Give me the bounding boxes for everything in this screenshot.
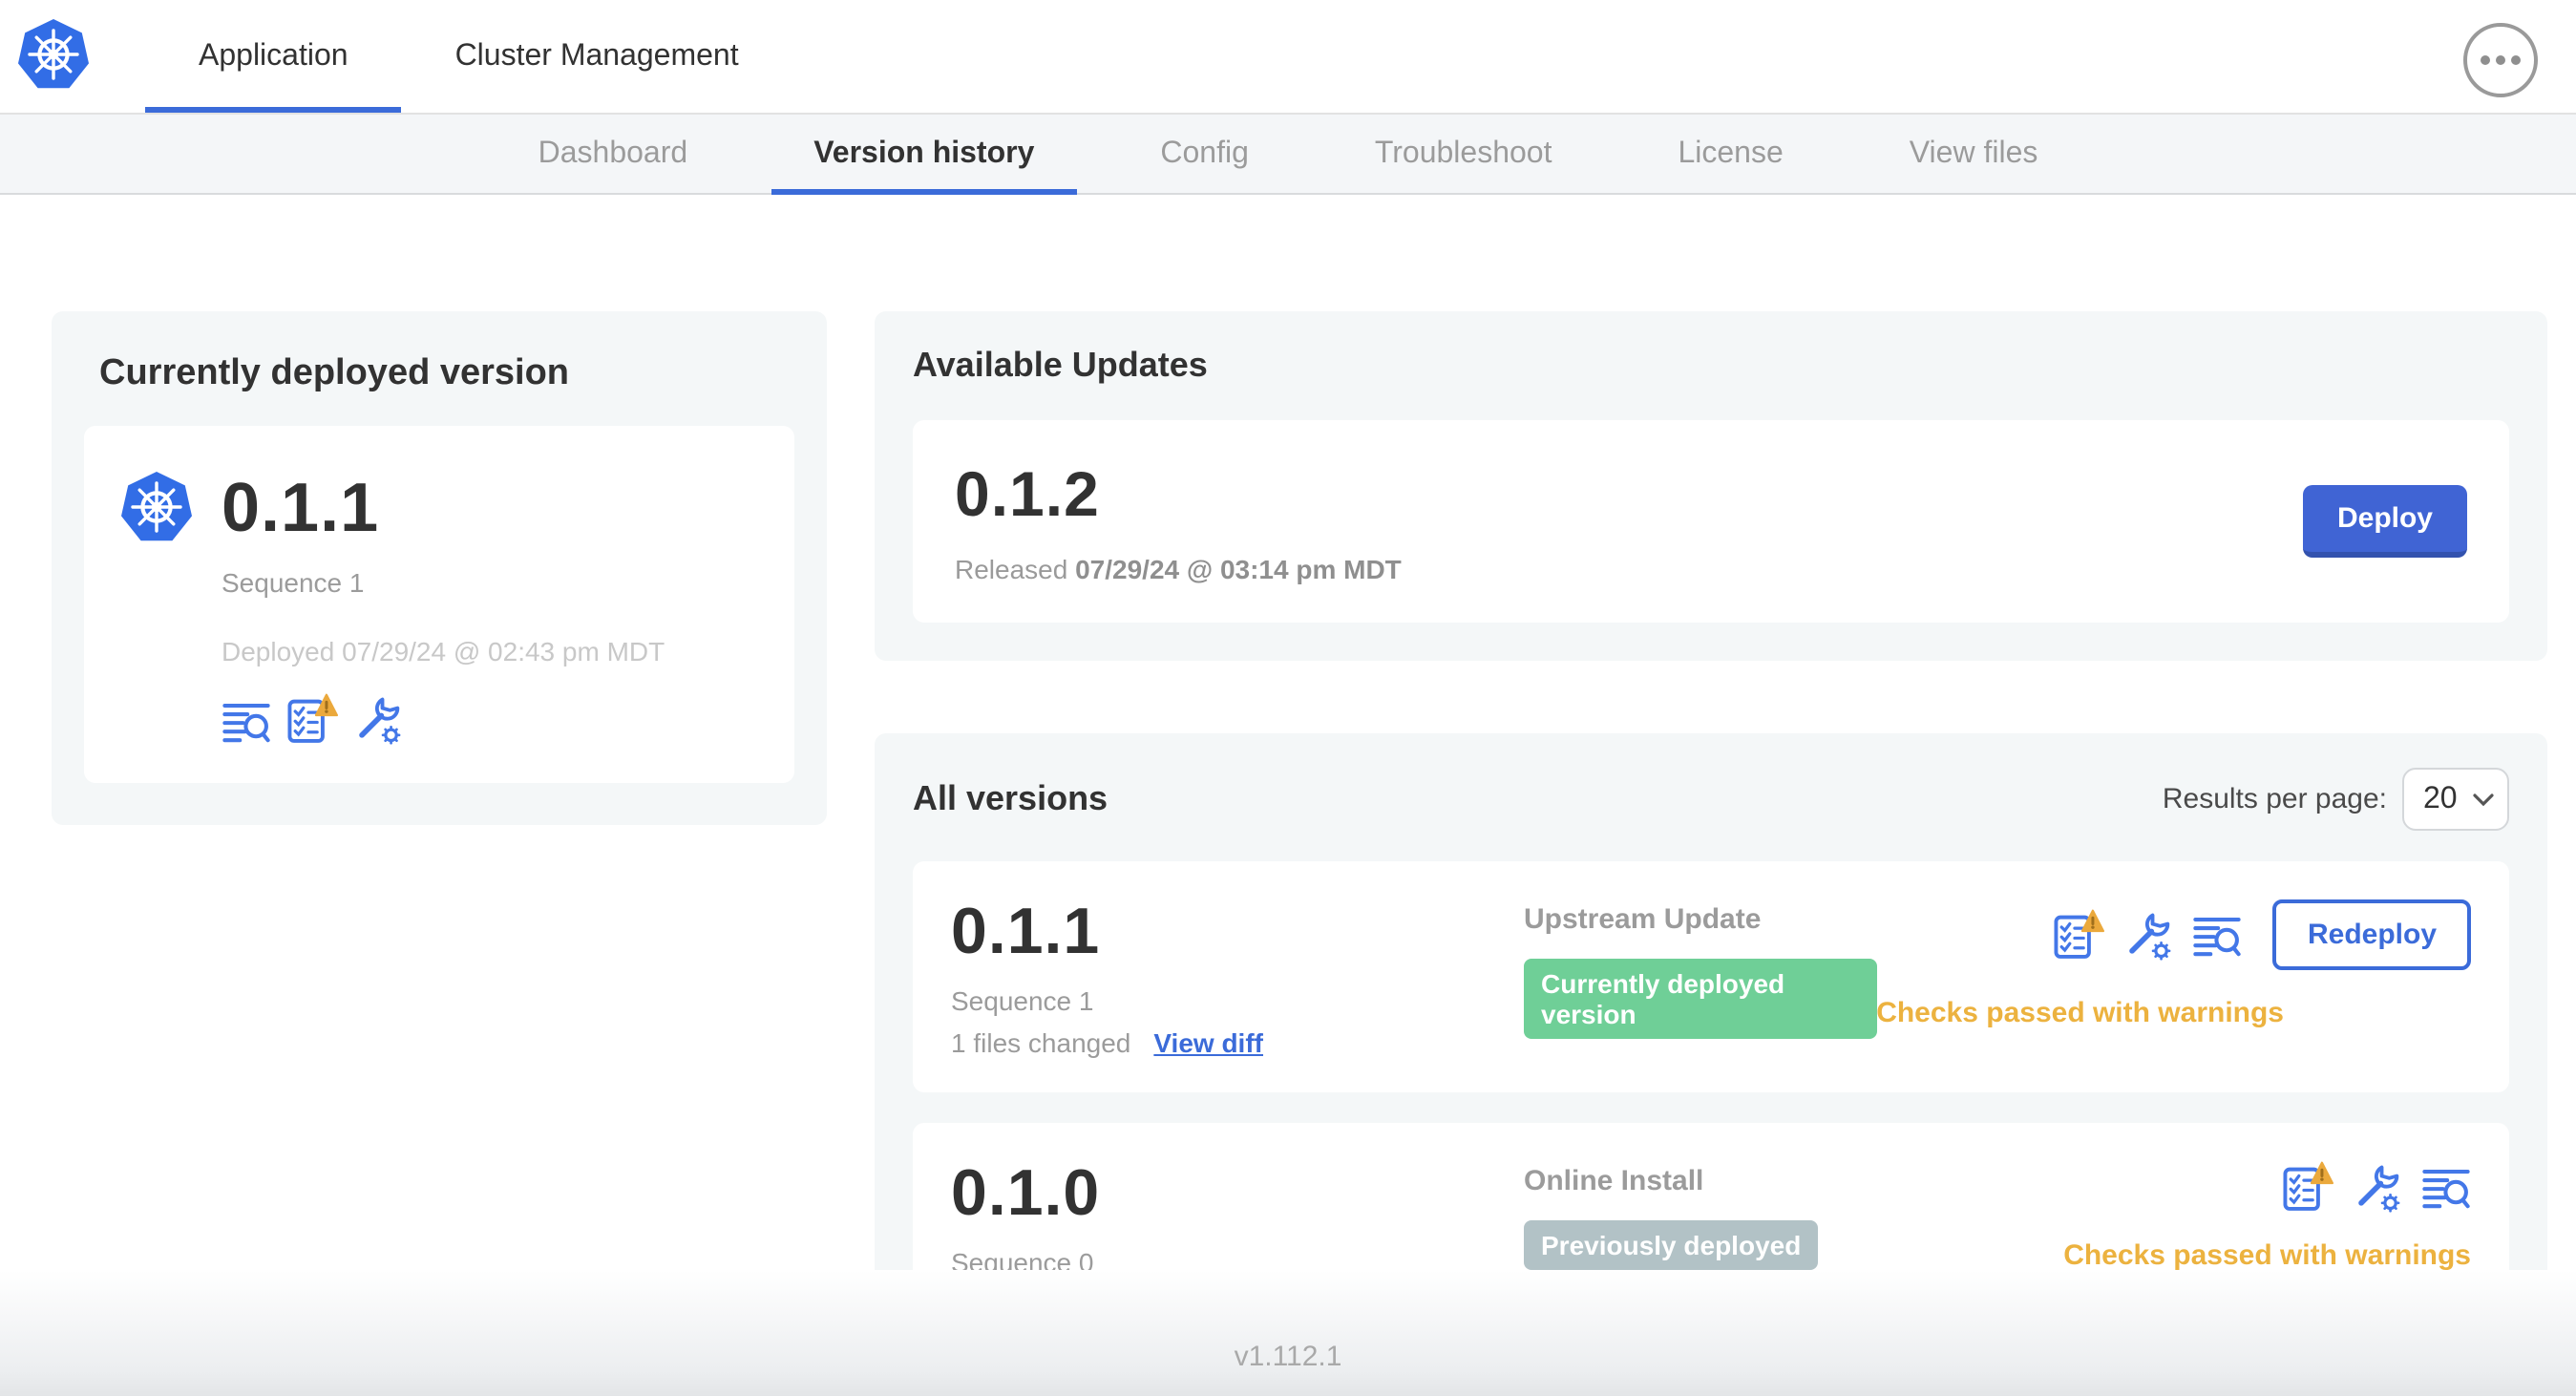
tab-license[interactable]: License (1636, 115, 1825, 193)
diff-logs-icon[interactable] (2421, 1164, 2471, 1210)
update-released-timestamp: Released 07/29/24 @ 03:14 pm MDT (955, 554, 1402, 584)
version-source-label: Online Install (1524, 1165, 1704, 1197)
files-changed-label: 1 files changed (951, 1027, 1131, 1058)
deploy-button[interactable]: Deploy (2302, 485, 2467, 558)
more-menu-button[interactable] (2463, 23, 2538, 97)
deployed-version-actions (222, 693, 756, 745)
diff-logs-icon[interactable] (2193, 912, 2243, 958)
preflight-checklist-warning-icon[interactable] (286, 693, 338, 745)
config-wrench-gear-icon[interactable] (353, 695, 403, 745)
config-wrench-gear-icon[interactable] (2124, 910, 2174, 960)
redeploy-button[interactable]: Redeploy (2272, 899, 2471, 970)
all-versions-section: All versions Results per page: 20 0.1.1 … (875, 733, 2547, 1362)
deployed-version-number: 0.1.1 (222, 468, 380, 546)
console-version: v1.112.1 (1234, 1340, 1342, 1372)
status-badge-previously-deployed: Previously deployed (1524, 1220, 1819, 1270)
admin-console: Application Cluster Management Dashboard… (0, 0, 2576, 1396)
top-header: Application Cluster Management (0, 0, 2576, 113)
row-version-number: 0.1.0 (951, 1157, 1101, 1230)
available-updates-title: Available Updates (913, 346, 1208, 384)
view-diff-link[interactable]: View diff (1153, 1027, 1263, 1058)
results-per-page-select[interactable]: 20 (2402, 768, 2509, 831)
ellipsis-icon (2511, 55, 2521, 65)
released-date: 07/29/24 @ 03:14 pm MDT (1075, 554, 1402, 584)
preflight-checklist-warning-icon[interactable] (2054, 909, 2105, 961)
tab-cluster-management[interactable]: Cluster Management (402, 0, 792, 113)
tab-version-history[interactable]: Version history (771, 115, 1076, 195)
row-sequence: Sequence 1 (951, 985, 1094, 1016)
version-row-0-1-1: 0.1.1 Sequence 1 1 files changed View di… (913, 861, 2509, 1092)
deployed-sequence: Sequence 1 (222, 567, 365, 598)
preflight-checklist-warning-icon[interactable] (2282, 1161, 2333, 1213)
deployed-timestamp: Deployed 07/29/24 @ 02:43 pm MDT (222, 636, 665, 666)
app-kubernetes-icon (118, 470, 195, 546)
currently-deployed-title: Currently deployed version (99, 353, 570, 393)
row-version-number: 0.1.1 (951, 896, 1101, 968)
tab-view-files[interactable]: View files (1868, 115, 2080, 193)
tab-dashboard[interactable]: Dashboard (496, 115, 730, 193)
released-label: Released (955, 554, 1068, 584)
currently-deployed-version-card: 0.1.1 Sequence 1 Deployed 07/29/24 @ 02:… (84, 426, 794, 783)
config-wrench-gear-icon[interactable] (2353, 1162, 2402, 1212)
available-updates-section: Available Updates 0.1.2 Released 07/29/2… (875, 311, 2547, 661)
preflight-checks-status[interactable]: Checks passed with warnings (1876, 997, 2284, 1029)
tab-config[interactable]: Config (1118, 115, 1291, 193)
available-update-card: 0.1.2 Released 07/29/24 @ 03:14 pm MDT D… (913, 420, 2509, 623)
tab-troubleshoot[interactable]: Troubleshoot (1333, 115, 1594, 193)
ellipsis-icon (2481, 55, 2490, 65)
results-per-page-label: Results per page: (2162, 783, 2387, 815)
version-source-label: Upstream Update (1524, 903, 1762, 936)
kubernetes-logo-icon (15, 17, 92, 94)
page-footer: v1.112.1 (0, 1270, 2576, 1396)
diff-logs-icon[interactable] (222, 699, 271, 745)
app-tabs: Application Cluster Management (145, 0, 792, 113)
preflight-checks-status[interactable]: Checks passed with warnings (2063, 1239, 2471, 1272)
tab-application[interactable]: Application (145, 0, 403, 113)
currently-deployed-card: Currently deployed version 0.1.1 Sequenc… (52, 311, 827, 825)
status-badge-currently-deployed: Currently deployed version (1524, 959, 1877, 1039)
update-version-number: 0.1.2 (955, 458, 1100, 529)
ellipsis-icon (2496, 55, 2505, 65)
app-subnav: Dashboard Version history Config Trouble… (0, 113, 2576, 195)
all-versions-title: All versions (913, 779, 1109, 817)
